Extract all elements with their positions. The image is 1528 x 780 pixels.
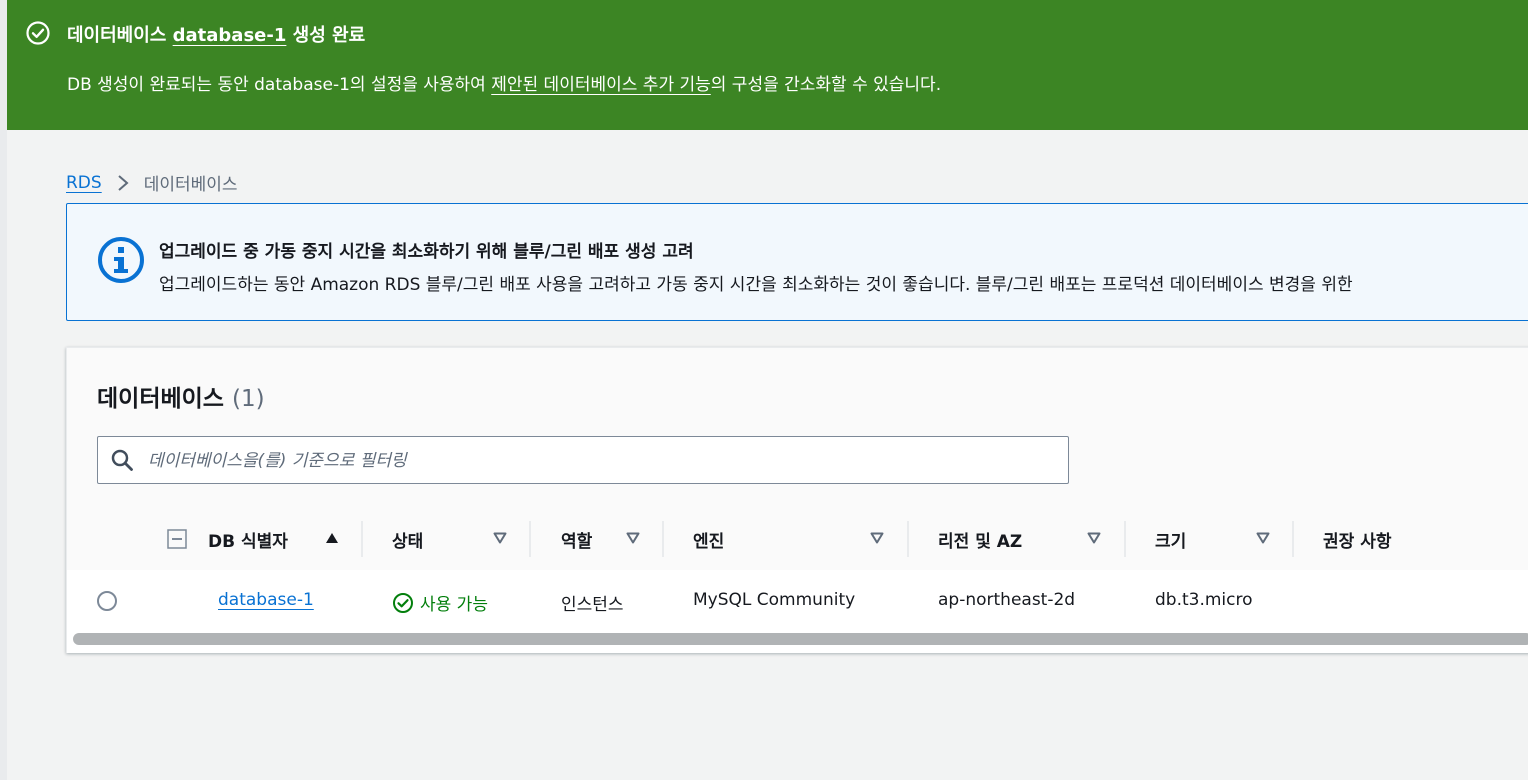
caret-down-icon[interactable] xyxy=(1087,532,1101,544)
caret-up-icon[interactable] xyxy=(325,532,339,544)
flash-title-suffix: 생성 완료 xyxy=(286,25,366,46)
cell-role: 인스턴스 xyxy=(561,595,624,615)
scrollbar-thumb[interactable] xyxy=(73,633,1528,645)
breadcrumb-rds-link[interactable]: RDS xyxy=(66,173,102,193)
column-resizer[interactable] xyxy=(529,521,531,557)
flash-db-link[interactable]: database-1 xyxy=(173,25,287,46)
table-row[interactable]: database-1 사용 가능 인스턴스 MySQL Community ap… xyxy=(67,570,1528,632)
cell-status: 사용 가능 xyxy=(392,590,488,615)
page-left-border xyxy=(0,0,7,780)
column-resizer[interactable] xyxy=(907,521,909,557)
row-select-radio[interactable] xyxy=(97,591,117,611)
col-header-identifier[interactable]: DB 식별자 xyxy=(208,527,288,552)
flash-body-prefix: DB 생성이 완료되는 동안 database-1의 설정을 사용하여 xyxy=(67,75,492,95)
panel-title: 데이터베이스 (1) xyxy=(97,379,265,413)
horizontal-scrollbar[interactable] xyxy=(73,632,1528,646)
col-header-status[interactable]: 상태 xyxy=(392,527,423,552)
blue-green-info-alert: 업그레이드 중 가동 중지 시간을 최소화하기 위해 블루/그린 배포 생성 고… xyxy=(66,203,1528,321)
info-circle-icon xyxy=(98,237,144,283)
col-header-size[interactable]: 크기 xyxy=(1155,527,1186,552)
column-resizer[interactable] xyxy=(662,521,664,557)
search-box[interactable] xyxy=(97,436,1069,485)
check-circle-icon xyxy=(393,592,413,613)
collapse-all-icon[interactable] xyxy=(167,529,187,549)
col-header-recommendations[interactable]: 권장 사항 xyxy=(1323,527,1391,552)
search-icon xyxy=(111,449,133,471)
flash-body-suffix: 의 구성을 간소화할 수 있습니다. xyxy=(710,75,942,95)
col-header-region-az[interactable]: 리전 및 AZ xyxy=(938,527,1022,552)
info-alert-title: 업그레이드 중 가동 중지 시간을 최소화하기 위해 블루/그린 배포 생성 고… xyxy=(159,242,694,262)
flash-title-prefix: 데이터베이스 xyxy=(67,25,173,46)
column-resizer[interactable] xyxy=(1292,521,1294,557)
info-alert-text: 업그레이드하는 동안 Amazon RDS 블루/그린 배포 사용을 고려하고 … xyxy=(159,275,1353,295)
panel-header: 데이터베이스 (1) xyxy=(67,348,1528,509)
success-flash: 데이터베이스 database-1 생성 완료 DB 생성이 완료되는 동안 d… xyxy=(7,0,1528,130)
status-text: 사용 가능 xyxy=(420,595,488,615)
breadcrumb: RDS 데이터베이스 xyxy=(66,170,238,196)
caret-down-icon[interactable] xyxy=(870,532,884,544)
table-header: DB 식별자 상태 역할 엔진 리전 및 AZ 크기 권장 사항 xyxy=(67,509,1528,571)
panel-title-text: 데이터베이스 xyxy=(97,386,224,412)
caret-down-icon[interactable] xyxy=(626,532,640,544)
col-header-engine[interactable]: 엔진 xyxy=(693,527,724,552)
caret-down-icon[interactable] xyxy=(493,532,507,544)
check-circle-icon xyxy=(26,21,50,45)
caret-down-icon[interactable] xyxy=(1256,532,1270,544)
db-identifier-link[interactable]: database-1 xyxy=(218,590,314,610)
search-input[interactable] xyxy=(146,437,1050,485)
col-header-role[interactable]: 역할 xyxy=(561,527,592,552)
suggested-addons-link[interactable]: 제안된 데이터베이스 추가 기능 xyxy=(491,75,711,95)
breadcrumb-current: 데이터베이스 xyxy=(143,175,238,195)
db-count: (1) xyxy=(231,386,265,412)
cell-region-az: ap-northeast-2d xyxy=(938,590,1076,610)
column-resizer[interactable] xyxy=(1124,521,1126,557)
chevron-right-icon xyxy=(118,174,129,191)
databases-panel: 데이터베이스 (1) DB 식별자 상태 역할 엔진 리전 및 AZ 크기 xyxy=(66,347,1528,653)
cell-engine: MySQL Community xyxy=(693,590,856,610)
flash-title: 데이터베이스 database-1 생성 완료 xyxy=(67,21,365,47)
flash-body: DB 생성이 완료되는 동안 database-1의 설정을 사용하여 제안된 … xyxy=(67,70,941,95)
cell-size: db.t3.micro xyxy=(1155,590,1253,610)
column-resizer[interactable] xyxy=(361,521,363,557)
cell-identifier: database-1 xyxy=(218,590,314,610)
